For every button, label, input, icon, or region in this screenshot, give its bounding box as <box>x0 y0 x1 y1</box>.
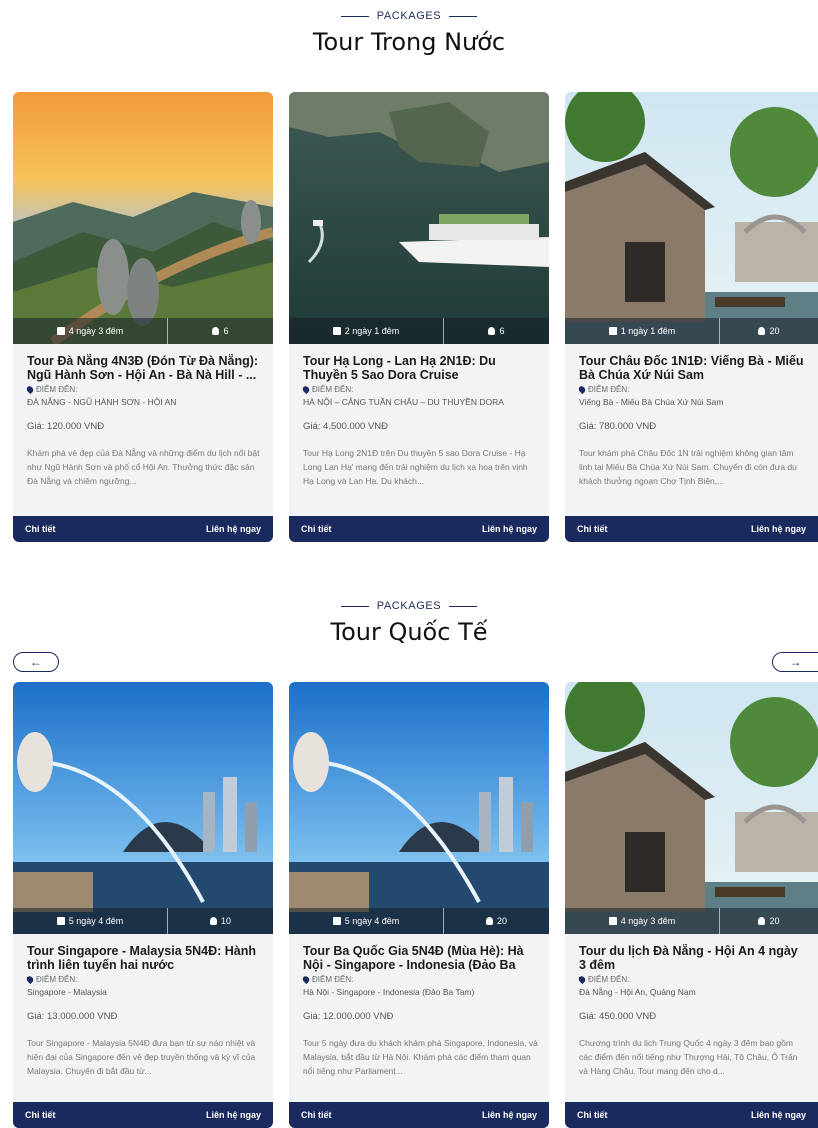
international-kicker: PACKAGES <box>376 600 442 612</box>
tour-image[interactable] <box>13 92 273 344</box>
tour-price: Giá: 4.500.000 VNĐ <box>303 421 389 432</box>
tour-card[interactable]: 5 ngày 4 đêm 20 Tour Ba Quốc Gia 5N4Đ (M… <box>289 682 549 1128</box>
tour-destination: Hà Nội - Singapore - Indonesia (Đảo Ba T… <box>303 987 475 997</box>
tour-duration: 5 ngày 4 đêm <box>68 916 124 926</box>
person-icon <box>209 917 217 925</box>
prev-button[interactable]: ← <box>13 652 59 672</box>
tour-card[interactable]: 4 ngày 3 đêm 20 Tour du lịch Đà Nẵng - H… <box>565 682 818 1128</box>
tour-duration: 2 ngày 1 đêm <box>344 326 400 336</box>
tour-people: 20 <box>496 916 507 926</box>
location-pin-icon <box>25 974 35 985</box>
detail-link[interactable]: Chi tiết <box>577 524 608 534</box>
location-pin-icon <box>577 974 587 985</box>
tour-title[interactable]: Tour Hạ Long - Lan Hạ 2N1Đ: Du Thuyền 5 … <box>303 354 539 382</box>
tour-price: Giá: 780.000 VNĐ <box>579 421 657 432</box>
next-button[interactable]: → <box>772 652 818 672</box>
calendar-icon <box>56 327 65 335</box>
calendar-icon <box>332 917 341 925</box>
tour-destination: HÀ NỘI – CẢNG TUẦN CHÂU – DU THUYỀN DORA <box>303 397 504 407</box>
divider-line <box>340 605 369 607</box>
tour-duration: 5 ngày 4 đêm <box>344 916 400 926</box>
calendar-icon <box>608 917 617 925</box>
tour-price: Giá: 13.000.000 VNĐ <box>27 1011 118 1022</box>
tour-card[interactable]: 1 ngày 1 đêm 20 Tour Châu Đốc 1N1Đ: Viến… <box>565 92 818 542</box>
domestic-section-header: PACKAGES Tour Trong Nước <box>0 10 818 56</box>
tour-image[interactable] <box>13 682 273 934</box>
tour-title[interactable]: Tour Ba Quốc Gia 5N4Đ (Mùa Hè): Hà Nội -… <box>303 944 539 972</box>
divider-line <box>340 15 369 17</box>
contact-link[interactable]: Liên hệ ngay <box>482 524 537 534</box>
tour-price: Giá: 12.000.000 VNĐ <box>303 1011 394 1022</box>
tour-card[interactable]: 4 ngày 3 đêm 6 Tour Đà Nẵng 4N3Đ (Đón Từ… <box>13 92 273 542</box>
detail-link[interactable]: Chi tiết <box>301 524 332 534</box>
person-icon <box>488 327 496 335</box>
arrow-left-icon: ← <box>30 655 42 669</box>
tour-description: Tour Singapore - Malaysia 5N4Đ đưa bạn t… <box>27 1038 256 1076</box>
destination-label: ĐIỂM ĐẾN: <box>36 975 78 984</box>
international-section-title: Tour Quốc Tế <box>330 618 488 646</box>
location-pin-icon <box>301 384 311 395</box>
tour-destination: Singapore - Malaysia <box>27 987 107 997</box>
domestic-section-title: Tour Trong Nước <box>312 28 506 56</box>
arrow-right-icon: → <box>789 655 802 669</box>
tour-people: 6 <box>499 326 505 336</box>
person-icon <box>212 327 220 335</box>
contact-link[interactable]: Liên hệ ngay <box>206 1110 261 1120</box>
tour-people: 10 <box>220 916 231 926</box>
calendar-icon <box>608 327 617 335</box>
destination-label: ĐIỂM ĐẾN: <box>312 385 354 394</box>
tour-image[interactable] <box>289 682 549 934</box>
tour-people: 20 <box>769 326 780 336</box>
tour-description: Tour khám phá Châu Đốc 1N trải nghiệm kh… <box>579 448 797 486</box>
location-pin-icon <box>25 384 35 395</box>
tour-duration: 1 ngày 1 đêm <box>620 326 676 336</box>
detail-link[interactable]: Chi tiết <box>25 524 56 534</box>
tour-image[interactable] <box>565 92 818 344</box>
tour-price: Giá: 120.000 VNĐ <box>27 421 105 432</box>
tour-description: Tour Hạ Long 2N1Đ trên Du thuyền 5 sao D… <box>303 448 528 486</box>
detail-link[interactable]: Chi tiết <box>301 1110 332 1120</box>
tour-title[interactable]: Tour Châu Đốc 1N1Đ: Viếng Bà - Miếu Bà C… <box>579 354 808 382</box>
tour-image[interactable] <box>565 682 818 934</box>
destination-label: ĐIỂM ĐẾN: <box>36 385 78 394</box>
contact-link[interactable]: Liên hệ ngay <box>482 1110 537 1120</box>
tour-card[interactable]: 2 ngày 1 đêm 6 Tour Hạ Long - Lan Hạ 2N1… <box>289 92 549 542</box>
tour-description: Chương trình du lịch Trung Quốc 4 ngày 3… <box>579 1038 798 1076</box>
tour-destination: Đà Nẵng - Hội An, Quảng Nam <box>579 987 696 997</box>
tour-people: 6 <box>223 326 229 336</box>
person-icon <box>758 917 766 925</box>
location-pin-icon <box>301 974 311 985</box>
destination-label: ĐIỂM ĐẾN: <box>588 385 630 394</box>
tour-title[interactable]: Tour Singapore - Malaysia 5N4Đ: Hành trì… <box>27 944 263 972</box>
tour-destination: Viếng Bà - Miếu Bà Chúa Xứ Núi Sam <box>579 397 724 407</box>
person-icon <box>485 917 493 925</box>
calendar-icon <box>332 327 341 335</box>
contact-link[interactable]: Liên hệ ngay <box>206 524 261 534</box>
international-section-header: PACKAGES Tour Quốc Tế <box>0 600 818 646</box>
tour-destination: ĐÀ NẴNG - NGŨ HÀNH SƠN - HỘI AN <box>27 397 177 407</box>
tour-card[interactable]: 5 ngày 4 đêm 10 Tour Singapore - Malaysi… <box>13 682 273 1128</box>
divider-line <box>449 605 478 607</box>
tour-description: Khám phá vẻ đẹp của Đà Nẵng và những điể… <box>27 448 260 486</box>
tour-people: 20 <box>769 916 780 926</box>
divider-line <box>449 15 478 17</box>
detail-link[interactable]: Chi tiết <box>25 1110 56 1120</box>
domestic-kicker: PACKAGES <box>376 10 442 22</box>
tour-price: Giá: 450.000 VNĐ <box>579 1011 657 1022</box>
location-pin-icon <box>577 384 587 395</box>
destination-label: ĐIỂM ĐẾN: <box>588 975 630 984</box>
tour-title[interactable]: Tour du lịch Đà Nẵng - Hội An 4 ngày 3 đ… <box>579 944 808 972</box>
destination-label: ĐIỂM ĐẾN: <box>312 975 354 984</box>
tour-description: Tour 5 ngày đưa du khách khám phá Singap… <box>303 1038 538 1076</box>
calendar-icon <box>56 917 65 925</box>
tour-duration: 4 ngày 3 đêm <box>68 326 124 336</box>
tour-image[interactable] <box>289 92 549 344</box>
detail-link[interactable]: Chi tiết <box>577 1110 608 1120</box>
contact-link[interactable]: Liên hệ ngay <box>751 524 806 534</box>
tour-title[interactable]: Tour Đà Nẵng 4N3Đ (Đón Từ Đà Nẵng): Ngũ … <box>27 354 263 382</box>
contact-link[interactable]: Liên hệ ngay <box>751 1110 806 1120</box>
tour-duration: 4 ngày 3 đêm <box>620 916 676 926</box>
person-icon <box>758 327 766 335</box>
